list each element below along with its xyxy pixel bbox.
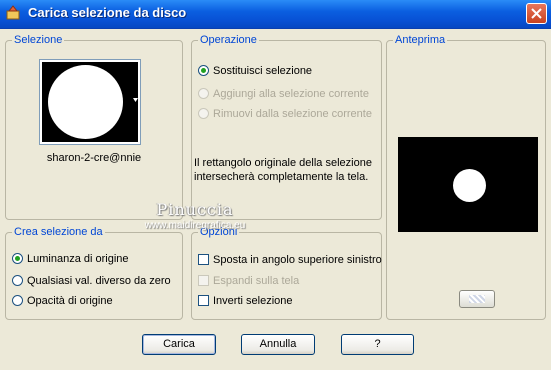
annulla-button[interactable]: Annulla <box>241 334 315 355</box>
checkbox-label: Inverti selezione <box>213 295 293 307</box>
radio-indicator[interactable] <box>198 108 209 119</box>
operazione-title: Operazione <box>198 34 259 47</box>
radio-label: Aggiungi alla selezione corrente <box>213 88 369 100</box>
checkbox-indicator[interactable] <box>198 254 209 265</box>
radio-indicator[interactable] <box>12 253 23 264</box>
chevron-down-icon <box>133 98 138 102</box>
opzioni-title: Opzioni <box>198 226 240 239</box>
anteprima-title: Anteprima <box>393 34 448 47</box>
crea-selezione-group: Crea selezione da Luminanza di origine Q… <box>5 226 183 320</box>
crea-selezione-title: Crea selezione da <box>12 226 105 239</box>
radio-label: Sostituisci selezione <box>213 65 313 77</box>
close-icon <box>531 8 542 19</box>
opzioni-group: Opzioni Sposta in angolo superiore sinis… <box>191 226 382 320</box>
selection-circle <box>48 65 123 139</box>
selezione-group: Selezione sharon-2-cre@nnie <box>5 34 183 220</box>
checkbox-indicator[interactable] <box>198 295 209 306</box>
selection-thumbnail-dropdown[interactable] <box>39 59 141 145</box>
close-button[interactable] <box>526 3 547 24</box>
preview-circle <box>453 169 486 202</box>
selection-preview-image <box>42 62 138 142</box>
anteprima-group: Anteprima <box>386 34 546 320</box>
radio-label: Opacità di origine <box>27 295 113 307</box>
checkbox-label: Espandi sulla tela <box>213 275 300 287</box>
preview-canvas <box>398 137 538 232</box>
operazione-group: Operazione Sostituisci selezione Aggiung… <box>191 34 382 220</box>
checkbox-indicator[interactable] <box>198 275 209 286</box>
watermark-url: www.maidiregrafica.eu <box>144 220 246 231</box>
radio-label: Luminanza di origine <box>27 253 129 265</box>
checker-icon <box>469 295 485 303</box>
radio-indicator[interactable] <box>198 88 209 99</box>
title-bar: Carica selezione da disco <box>0 0 551 29</box>
checkbox-label: Sposta in angolo superiore sinistro <box>213 254 382 266</box>
carica-button[interactable]: Carica <box>142 334 216 355</box>
window-title: Carica selezione da disco <box>28 5 187 20</box>
help-button[interactable]: ? <box>341 334 414 355</box>
preview-toggle-button[interactable] <box>459 290 495 308</box>
radio-indicator[interactable] <box>12 275 23 286</box>
app-icon <box>5 5 21 21</box>
radio-label: Rimuovi dalla selezione corrente <box>213 108 372 120</box>
radio-indicator[interactable] <box>12 295 23 306</box>
operazione-description: Il rettangolo originale della selezione … <box>194 157 372 183</box>
radio-label: Qualsiasi val. diverso da zero <box>27 275 171 287</box>
selezione-title: Selezione <box>12 34 65 47</box>
selection-filename: sharon-2-cre@nnie <box>46 152 142 164</box>
radio-indicator[interactable] <box>198 65 209 76</box>
